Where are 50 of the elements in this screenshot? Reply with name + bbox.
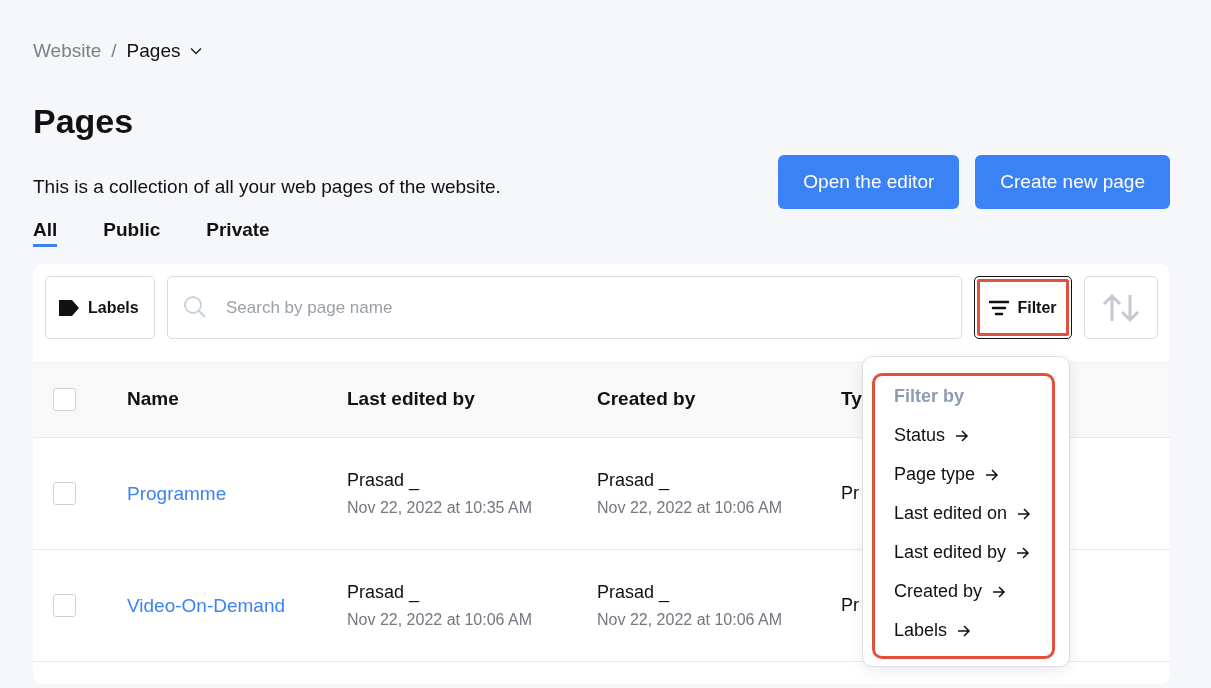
tab[interactable]: Private: [206, 215, 270, 247]
created-date: Nov 22, 2022 at 10:06 AM: [597, 499, 783, 517]
column-header: Created by: [597, 388, 696, 410]
breadcrumb-link[interactable]: Website: [33, 40, 102, 62]
edited-date: Nov 22, 2022 at 10:35 AM: [347, 499, 533, 517]
arrow-right-icon: [1017, 507, 1032, 520]
arrow-right-icon: [957, 624, 972, 637]
breadcrumb-current[interactable]: Pages: [126, 40, 181, 62]
breadcrumb-separator: /: [111, 40, 117, 62]
tag-icon: [58, 298, 80, 317]
arrow-right-icon: [992, 585, 1007, 598]
tab[interactable]: Public: [103, 215, 161, 247]
filter-button[interactable]: Filter: [974, 276, 1072, 339]
edited-date: Nov 22, 2022 at 10:06 AM: [347, 611, 533, 629]
search-field[interactable]: Search by page name: [167, 276, 962, 339]
column-header: Ty: [841, 388, 862, 410]
page-name-link[interactable]: Programme: [127, 482, 227, 504]
primary-button[interactable]: Open the editor: [778, 155, 960, 209]
menu-item[interactable]: Page type: [894, 455, 1000, 494]
menu-item[interactable]: Labels: [894, 611, 972, 650]
row-checkbox[interactable]: [53, 482, 76, 505]
menu-item[interactable]: Status: [894, 416, 970, 455]
arrow-right-icon: [955, 429, 970, 442]
creator-name: Prasad _: [597, 582, 671, 603]
sort-button[interactable]: [1084, 276, 1158, 339]
created-date: Nov 22, 2022 at 10:06 AM: [597, 611, 783, 629]
tab[interactable]: All: [33, 215, 58, 247]
editor-name: Prasad _: [347, 470, 421, 491]
arrow-right-icon: [985, 468, 1000, 481]
creator-name: Prasad _: [597, 470, 671, 491]
page-name-link[interactable]: Video-On-Demand: [127, 594, 286, 616]
chevron-down-icon[interactable]: [190, 47, 203, 55]
menu-item[interactable]: Created by: [894, 572, 1007, 611]
menu-item[interactable]: Last edited on: [894, 494, 1032, 533]
table-cell: Pr: [841, 483, 859, 503]
page-title: Pages: [33, 102, 135, 141]
editor-name: Prasad _: [347, 582, 421, 603]
labels-button[interactable]: Labels: [45, 276, 155, 339]
sort-arrows-icon: [1102, 292, 1140, 323]
column-header: Last edited by: [347, 388, 475, 410]
arrow-right-icon: [1016, 546, 1031, 559]
table-cell: Pr: [841, 595, 859, 615]
row-checkbox[interactable]: [53, 594, 76, 617]
column-header: Name: [127, 388, 179, 410]
filter-icon: [989, 299, 1010, 316]
select-all-checkbox[interactable]: [53, 387, 76, 411]
menu-item[interactable]: Last edited by: [894, 533, 1031, 572]
primary-button[interactable]: Create new page: [975, 155, 1170, 209]
page-description: This is a collection of all your web pages of the website.: [33, 176, 501, 198]
menu-heading: Filter by: [894, 386, 965, 408]
